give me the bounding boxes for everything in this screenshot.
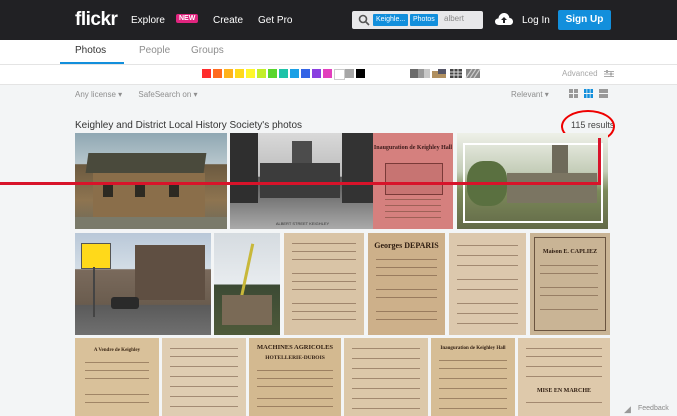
terrace-buildings [135, 245, 205, 300]
trees-left [230, 133, 258, 203]
doc-title: MACHINES AGRICOLES [256, 344, 334, 351]
color-swatch[interactable] [290, 69, 299, 78]
search-tag-photos[interactable]: Photos [410, 14, 438, 26]
search-input[interactable]: Keighle... Photos albert [352, 11, 483, 29]
view-list-icon[interactable] [599, 89, 608, 98]
color-swatch[interactable] [323, 69, 332, 78]
view-justified-icon[interactable] [569, 89, 578, 98]
search-icon[interactable] [358, 14, 370, 26]
photo-street-scene[interactable] [75, 233, 211, 335]
doc-machines-agricoles[interactable]: MACHINES AGRICOLES HOTELLERIE-DUBOIS [249, 338, 341, 416]
color-swatch[interactable] [334, 69, 345, 80]
doc-inauguration-program[interactable]: Inauguration de Keighley Hall [431, 338, 515, 416]
search-tag-group[interactable]: Keighle... [373, 14, 409, 26]
building [507, 173, 597, 203]
doc-vendre[interactable]: A Vendre de Keighley [75, 338, 159, 416]
road-sign [81, 243, 111, 269]
top-nav-bar: flickr Explore NEW Create Get Pro Keighl… [0, 0, 677, 40]
page-title: Keighley and District Local History Soci… [75, 120, 303, 131]
house-roof [85, 153, 207, 173]
color-swatch[interactable] [246, 69, 255, 78]
doc-title: A Vendre de Keighley [93, 348, 141, 353]
advanced-filter-link[interactable]: Advanced [562, 69, 614, 78]
feedback-label: Feedback [638, 405, 669, 412]
color-swatch[interactable] [301, 69, 310, 78]
doc-georges-deparis[interactable]: Georges DEPARIS [368, 233, 445, 335]
nav-create[interactable]: Create [213, 15, 243, 26]
color-swatch[interactable] [235, 69, 244, 78]
color-swatch[interactable] [345, 69, 354, 78]
feedback-link[interactable]: ◢ Feedback [624, 404, 669, 414]
doc-mise-en-marche[interactable]: MISE EN MARCHE [518, 338, 610, 416]
search-tabs: Photos People Groups [0, 40, 677, 65]
upload-cloud-icon[interactable] [495, 12, 513, 26]
doc-title: Inauguration de Keighley Hall [440, 346, 506, 351]
tab-photos[interactable]: Photos [75, 45, 106, 56]
doc-title: Inauguration de Keighley Hall [373, 145, 453, 151]
photo-house[interactable] [75, 133, 227, 229]
active-tab-indicator [60, 62, 124, 64]
doc-inauguration-pink[interactable]: Inauguration de Keighley Hall [373, 133, 453, 229]
photo-crane[interactable] [214, 233, 280, 335]
house-window [103, 185, 113, 197]
tab-people[interactable]: People [139, 45, 170, 56]
color-swatch[interactable] [213, 69, 222, 78]
house-window [169, 185, 179, 197]
doc-title: Georges DEPARIS [374, 241, 439, 250]
megaphone-icon: ◢ [624, 404, 631, 414]
nav-get-pro[interactable]: Get Pro [258, 15, 292, 26]
doc-printed-page[interactable] [344, 338, 428, 416]
sign-pole [93, 267, 95, 317]
color-swatch[interactable] [268, 69, 277, 78]
login-link[interactable]: Log In [522, 15, 550, 26]
sort-dropdown[interactable]: Relevant ▾ [511, 90, 549, 99]
new-badge: NEW [176, 14, 199, 23]
advanced-label: Advanced [562, 69, 598, 78]
search-query-text[interactable]: albert [444, 14, 464, 23]
doc-title: Maison E. CAPLIEZ [542, 249, 598, 255]
trees-right [342, 133, 375, 203]
sliders-icon [603, 69, 614, 77]
car [111, 297, 139, 309]
photo-town-hall-park[interactable] [457, 133, 608, 229]
doc-maison-capliez[interactable]: Maison E. CAPLIEZ [530, 233, 610, 335]
building [260, 163, 340, 198]
color-swatch[interactable] [279, 69, 288, 78]
view-grid-icon[interactable] [584, 89, 593, 98]
ground [75, 217, 227, 229]
tab-groups[interactable]: Groups [191, 45, 224, 56]
flickr-logo[interactable]: flickr [75, 9, 118, 31]
annotation-line-vertical [598, 138, 601, 185]
safesearch-dropdown[interactable]: SafeSearch on ▾ [138, 90, 197, 99]
photo-albert-street[interactable]: ALBERT STREET KEIGHLEY [230, 133, 375, 229]
color-swatch[interactable] [257, 69, 266, 78]
doc-subtitle: HOTELLERIE-DUBOIS [265, 355, 325, 361]
house-window [135, 185, 145, 197]
doc-printed-page[interactable] [449, 233, 526, 335]
doc-title: MISE EN MARCHE [536, 388, 591, 394]
photo-caption: ALBERT STREET KEIGHLEY [275, 221, 330, 226]
color-swatch[interactable] [224, 69, 233, 78]
filter-row: Any license ▾ SafeSearch on ▾ [75, 90, 198, 99]
signup-button[interactable]: Sign Up [558, 10, 611, 30]
doc-printed-page[interactable] [162, 338, 246, 416]
color-swatch[interactable] [312, 69, 321, 78]
annotation-line-horizontal [0, 182, 600, 185]
color-filter-bar: Advanced [0, 65, 677, 85]
color-swatch[interactable] [202, 69, 211, 78]
style-filter-icons[interactable] [410, 69, 494, 79]
nav-explore[interactable]: Explore [131, 15, 165, 26]
building [222, 295, 272, 325]
doc-printed-page[interactable] [284, 233, 364, 335]
color-swatch[interactable] [356, 69, 365, 78]
doc-illustration [385, 163, 443, 195]
license-dropdown[interactable]: Any license ▾ [75, 90, 122, 99]
